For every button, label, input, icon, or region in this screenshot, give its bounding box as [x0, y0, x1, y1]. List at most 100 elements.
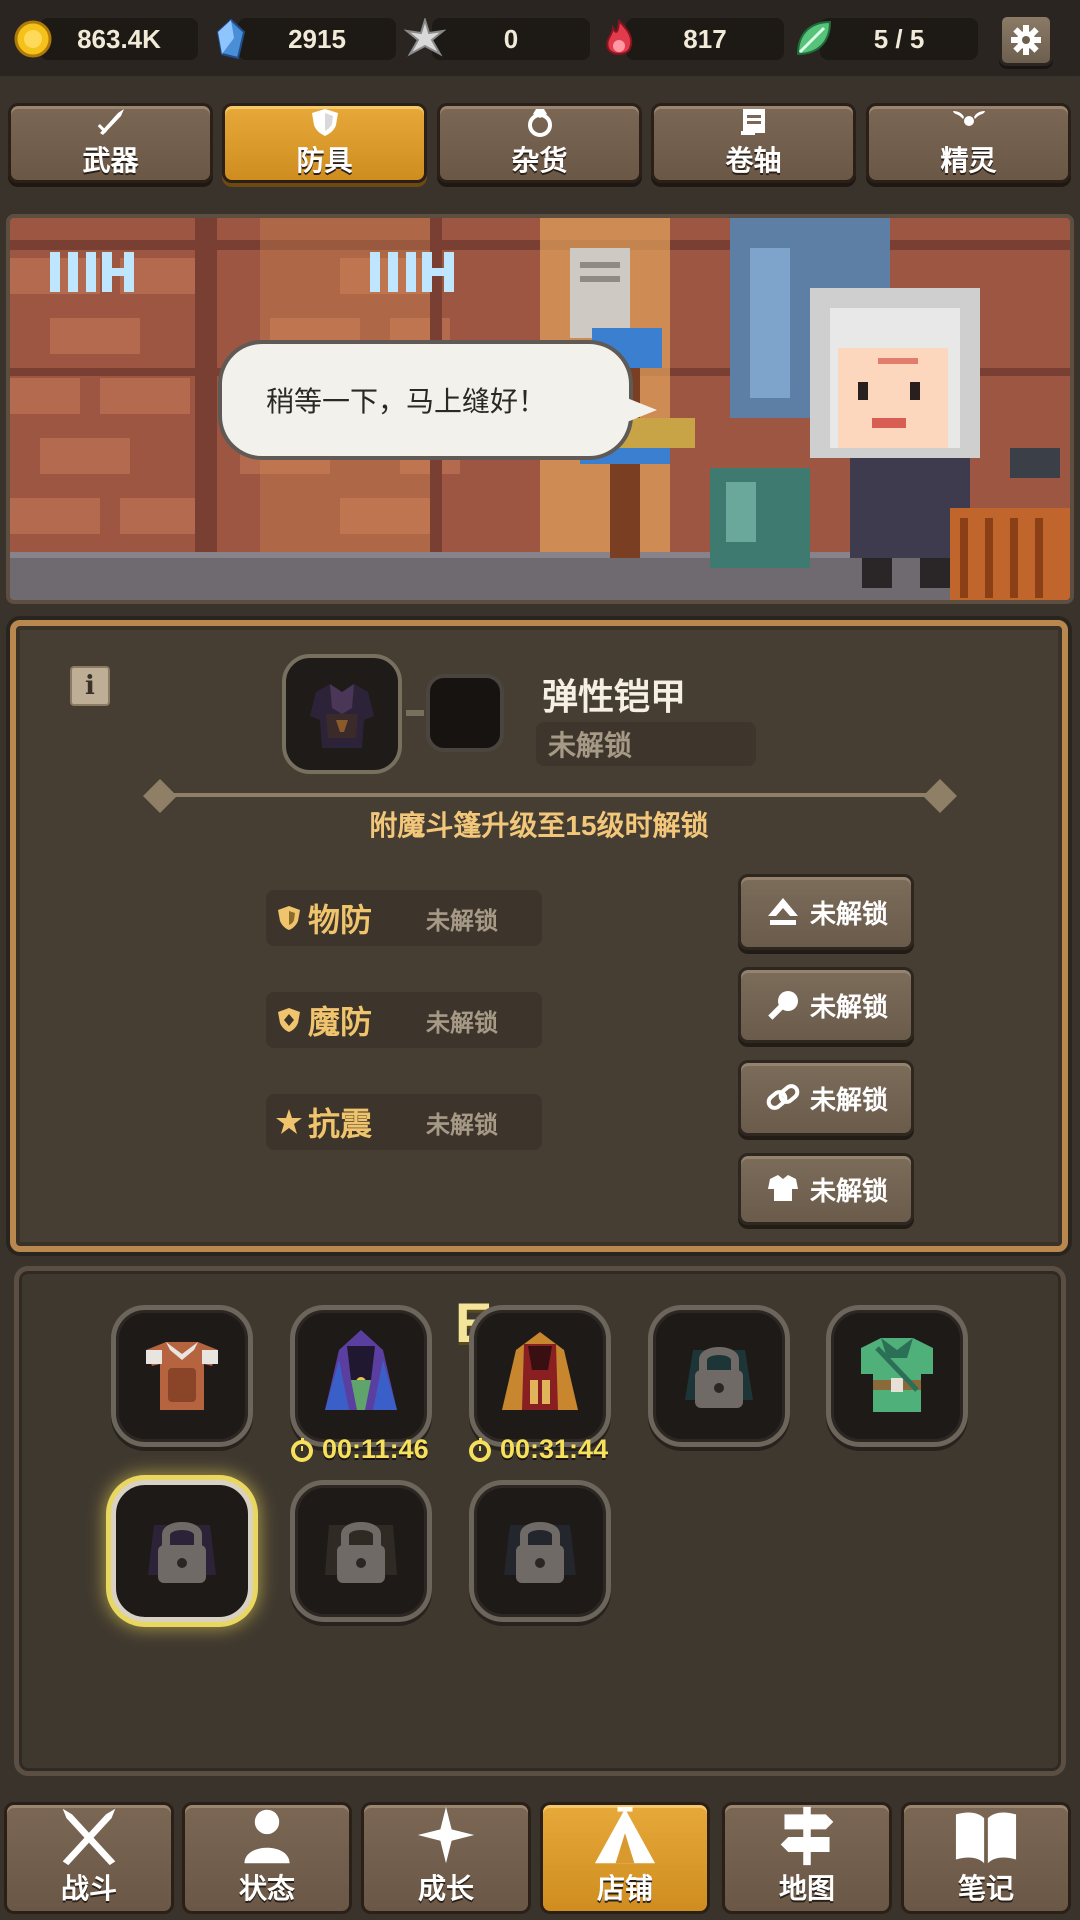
tab-spirits[interactable]: 精灵	[866, 103, 1071, 183]
forge-button[interactable]: 未解锁	[738, 967, 914, 1043]
link-button[interactable]: 未解锁	[738, 1060, 914, 1136]
nav-label: 状态	[238, 1873, 295, 1904]
chain-link-icon	[766, 1084, 800, 1110]
tab-label: 防具	[296, 145, 353, 176]
stat-value: 未解锁	[426, 1111, 498, 1139]
hammer-icon	[768, 991, 798, 1020]
lock-icon	[685, 1347, 753, 1408]
inventory-slot-locked-selected[interactable]	[111, 1480, 253, 1622]
scroll-icon	[740, 109, 765, 135]
inventory-slot-locked-2[interactable]	[290, 1480, 432, 1622]
equip-button[interactable]: 未解锁	[738, 1153, 914, 1225]
stat-value: 未解锁	[426, 1009, 498, 1037]
inventory-slot-ranger-vest[interactable]	[826, 1305, 968, 1447]
tab-weapons[interactable]: 武器	[8, 103, 213, 183]
info-button[interactable]: i	[70, 666, 110, 706]
inventory-slot-leather-armor[interactable]	[111, 1305, 253, 1447]
blue-crystal-icon	[216, 18, 246, 60]
gear-icon	[1011, 25, 1041, 55]
button-label: 未解锁	[809, 991, 888, 1022]
inventory-slot-red-cloak[interactable]	[469, 1305, 611, 1447]
wings-icon	[952, 111, 985, 126]
upgrade-arrow-icon	[767, 898, 798, 925]
tent-icon	[594, 1806, 656, 1864]
resource-crystal[interactable]: 2915	[210, 14, 396, 62]
stat-value: 未解锁	[426, 907, 498, 935]
resource-energy[interactable]: 5 / 5	[792, 14, 978, 62]
tab-goods[interactable]: 杂货	[437, 103, 642, 183]
unlock-condition: 附魔斗篷升级至15级时解锁	[369, 810, 709, 841]
stat-label: 魔防	[308, 1004, 373, 1040]
stopwatch-icon	[469, 1437, 491, 1462]
dark-armor-icon	[310, 684, 374, 748]
star-amount: 0	[432, 18, 590, 60]
timer-text: 00:11:46	[322, 1434, 429, 1464]
upgrade-button[interactable]: 未解锁	[738, 874, 914, 950]
book-icon	[955, 1812, 1017, 1864]
resource-flame[interactable]: 817	[598, 14, 784, 62]
nav-status[interactable]: 状态	[182, 1802, 352, 1914]
inventory-slot-locked-1[interactable]	[648, 1305, 790, 1447]
armor-icon	[767, 1175, 798, 1201]
inventory-slot-locked-3[interactable]	[469, 1480, 611, 1622]
lock-icon	[148, 1522, 216, 1583]
speech-text: 稍等一下，马上缝好！	[266, 386, 547, 417]
stopwatch-icon	[291, 1437, 313, 1462]
nav-label: 笔记	[957, 1873, 1014, 1904]
signpost-icon	[780, 1806, 834, 1866]
magic-defense-icon	[278, 1008, 300, 1032]
stat-row-physical-defense: 物防 未解锁	[266, 890, 542, 946]
energy-amount: 5 / 5	[820, 18, 978, 60]
lock-icon	[504, 1522, 576, 1583]
tab-label: 武器	[82, 145, 139, 176]
person-icon	[244, 1809, 290, 1864]
sword-icon	[97, 109, 124, 135]
button-label: 未解锁	[809, 1175, 888, 1206]
nav-label: 地图	[778, 1873, 835, 1904]
silver-star-icon	[404, 18, 446, 57]
resource-bar: 863.4K 2915 0 817 5 / 5	[0, 0, 1080, 76]
resource-star[interactable]: 0	[404, 14, 590, 62]
nav-growth[interactable]: 成长	[361, 1802, 531, 1914]
stat-label: 抗震	[308, 1106, 373, 1142]
ring-icon	[527, 109, 552, 137]
shield-icon	[311, 109, 338, 136]
item-detail-panel: i 弹性铠甲 未解锁 附魔斗篷升级至15级时解锁 物防 未解锁 魔防 未解锁 抗…	[10, 620, 1068, 1252]
tab-scrolls[interactable]: 卷轴	[651, 103, 856, 183]
speech-bubble-tail	[617, 394, 657, 426]
speech-bubble: 稍等一下，马上缝好！	[218, 340, 633, 460]
stat-row-magic-defense: 魔防 未解锁	[266, 992, 542, 1048]
stat-label: 物防	[308, 902, 373, 938]
lock-icon	[325, 1522, 397, 1583]
crystal-amount: 2915	[238, 18, 396, 60]
physical-defense-icon	[278, 906, 300, 930]
craft-timer-1: 00:11:46	[288, 1434, 429, 1465]
empty-upgrade-slot[interactable]	[426, 674, 504, 752]
leather-armor-icon	[146, 1342, 218, 1410]
green-leaf-icon	[796, 20, 832, 56]
stun-resist-icon	[276, 1109, 302, 1134]
nav-map[interactable]: 地图	[722, 1802, 892, 1914]
nav-shop[interactable]: 店铺	[540, 1802, 710, 1914]
crossed-swords-icon	[62, 1808, 116, 1866]
resource-gold[interactable]: 863.4K	[12, 14, 198, 62]
inventory-slot-mage-cloak[interactable]	[290, 1305, 432, 1447]
settings-button[interactable]	[999, 14, 1053, 66]
button-label: 未解锁	[809, 1084, 888, 1115]
gold-amount: 863.4K	[40, 18, 198, 60]
tab-label: 杂货	[511, 145, 568, 176]
sparkle-icon	[417, 1806, 475, 1864]
tab-armor[interactable]: 防具	[222, 103, 427, 183]
stat-row-stun-resist: 抗震 未解锁	[266, 1094, 542, 1150]
nav-notes[interactable]: 笔记	[901, 1802, 1071, 1914]
item-status-badge: 未解锁	[536, 722, 756, 766]
nav-battle[interactable]: 战斗	[4, 1802, 174, 1914]
shop-scene: 稍等一下，马上缝好！	[6, 214, 1074, 604]
gold-coin-icon	[14, 20, 52, 58]
red-hooded-cloak-icon	[502, 1332, 578, 1410]
flame-amount: 817	[626, 18, 784, 60]
red-flame-icon	[606, 18, 633, 55]
mage-cloak-icon	[325, 1330, 397, 1410]
selected-item-slot[interactable]	[282, 654, 402, 774]
divider	[166, 793, 940, 797]
